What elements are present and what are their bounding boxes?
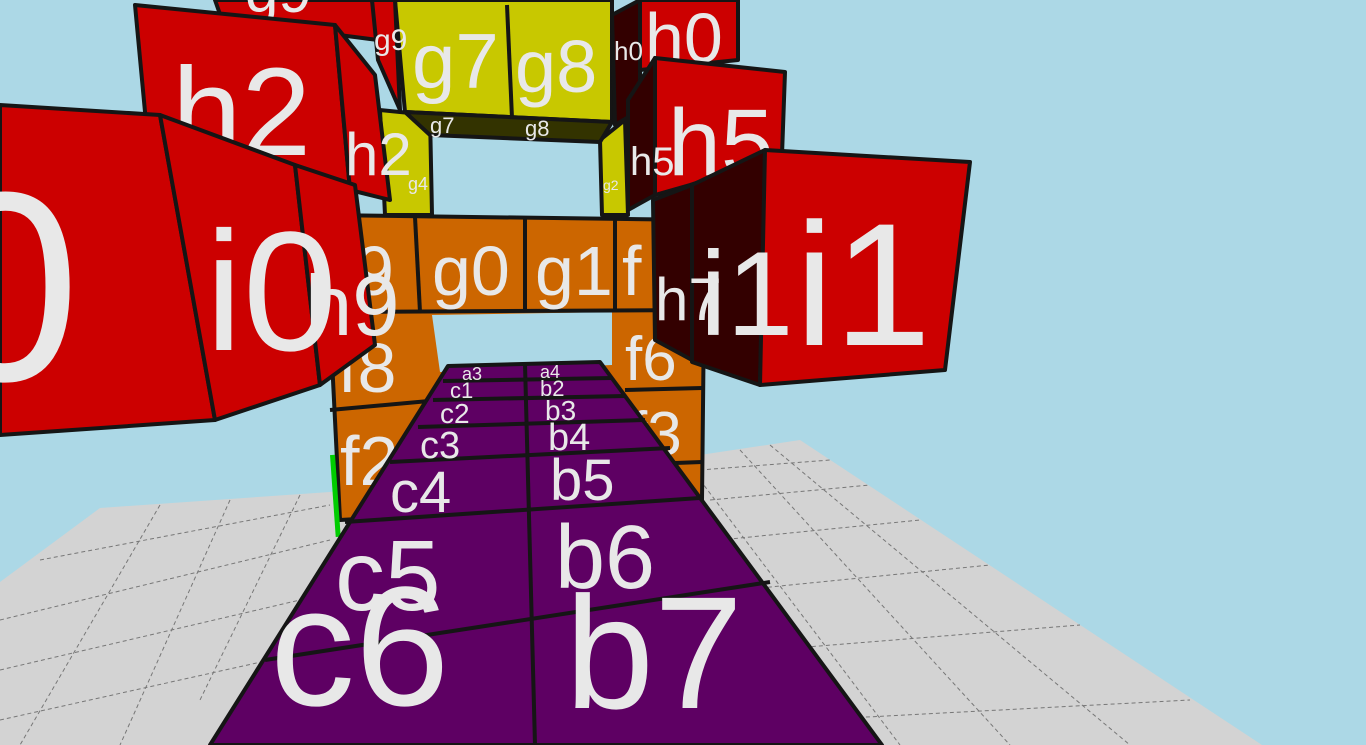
block-label-g8-under: g8 bbox=[525, 116, 549, 141]
block-label-i1: i1 bbox=[795, 188, 931, 383]
block-label-g7-under: g7 bbox=[430, 113, 454, 138]
block-label-g2-side: g2 bbox=[603, 177, 619, 193]
block-label-g9-side: g9 bbox=[374, 24, 407, 57]
wall-tile-label: f bbox=[622, 232, 642, 310]
block-label-big: 0 bbox=[0, 137, 80, 438]
wall-tile-label: g0 bbox=[432, 232, 510, 310]
wall-tile-label: g1 bbox=[535, 232, 613, 310]
walkway-tile-label: b7 bbox=[565, 563, 743, 742]
block-label-g7: g7 bbox=[412, 17, 499, 105]
walkway-tile-label: b5 bbox=[550, 448, 615, 513]
block-label-h2-side: h2 bbox=[345, 121, 412, 188]
walkway-tile-label: c6 bbox=[270, 552, 450, 742]
3d-scene-viewport[interactable]: 9 g0 g1 f f8 f2 f6 f3 g7 g8 g7 g8 g4 g2 … bbox=[0, 0, 1366, 745]
red-block-i1: h7 i1 i1 bbox=[651, 148, 972, 387]
block-label-i1-side: i1 bbox=[700, 227, 793, 361]
block-label-g8: g8 bbox=[515, 25, 597, 108]
walkway-tile-label: c4 bbox=[390, 460, 451, 525]
block-label-h0-side: h0 bbox=[614, 36, 643, 66]
block-label-h9: h9 bbox=[305, 259, 400, 354]
